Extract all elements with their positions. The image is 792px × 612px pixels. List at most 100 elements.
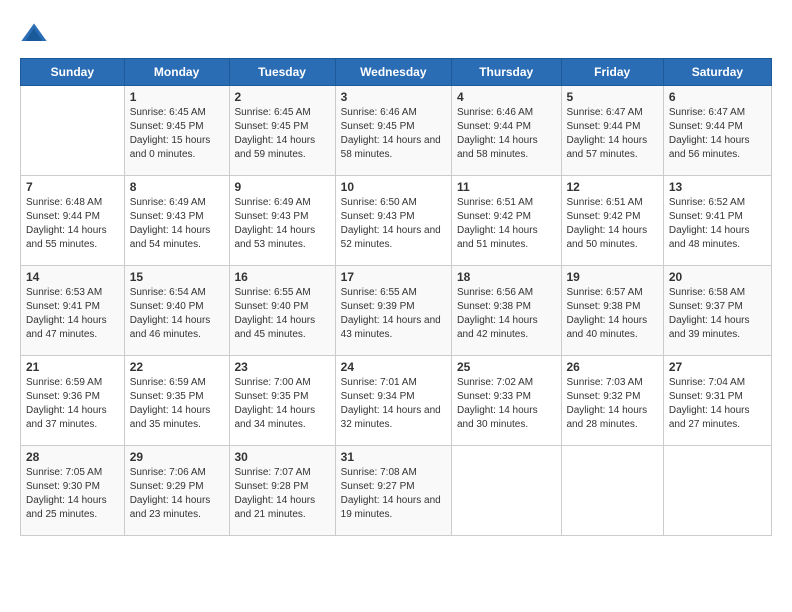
calendar-cell: 19 Sunrise: 6:57 AMSunset: 9:38 PMDaylig… bbox=[561, 266, 663, 356]
day-number: 30 bbox=[235, 450, 330, 464]
day-info: Sunrise: 6:56 AMSunset: 9:38 PMDaylight:… bbox=[457, 286, 556, 342]
calendar-cell: 1 Sunrise: 6:45 AMSunset: 9:45 PMDayligh… bbox=[124, 86, 229, 176]
day-info: Sunrise: 6:49 AMSunset: 9:43 PMDaylight:… bbox=[235, 196, 330, 252]
day-info: Sunrise: 6:52 AMSunset: 9:41 PMDaylight:… bbox=[669, 196, 766, 252]
day-number: 2 bbox=[235, 90, 330, 104]
calendar-cell: 15 Sunrise: 6:54 AMSunset: 9:40 PMDaylig… bbox=[124, 266, 229, 356]
day-info: Sunrise: 6:45 AMSunset: 9:45 PMDaylight:… bbox=[130, 106, 224, 162]
header-friday: Friday bbox=[561, 59, 663, 86]
week-row-1: 7 Sunrise: 6:48 AMSunset: 9:44 PMDayligh… bbox=[21, 176, 772, 266]
calendar-cell: 26 Sunrise: 7:03 AMSunset: 9:32 PMDaylig… bbox=[561, 356, 663, 446]
day-number: 15 bbox=[130, 270, 224, 284]
day-info: Sunrise: 7:04 AMSunset: 9:31 PMDaylight:… bbox=[669, 376, 766, 432]
header-tuesday: Tuesday bbox=[229, 59, 335, 86]
day-info: Sunrise: 6:45 AMSunset: 9:45 PMDaylight:… bbox=[235, 106, 330, 162]
day-number: 3 bbox=[341, 90, 446, 104]
day-info: Sunrise: 6:53 AMSunset: 9:41 PMDaylight:… bbox=[26, 286, 119, 342]
day-number: 24 bbox=[341, 360, 446, 374]
day-info: Sunrise: 7:08 AMSunset: 9:27 PMDaylight:… bbox=[341, 466, 446, 522]
day-number: 21 bbox=[26, 360, 119, 374]
calendar-cell: 21 Sunrise: 6:59 AMSunset: 9:36 PMDaylig… bbox=[21, 356, 125, 446]
day-info: Sunrise: 6:51 AMSunset: 9:42 PMDaylight:… bbox=[567, 196, 658, 252]
calendar-cell: 7 Sunrise: 6:48 AMSunset: 9:44 PMDayligh… bbox=[21, 176, 125, 266]
day-info: Sunrise: 6:47 AMSunset: 9:44 PMDaylight:… bbox=[669, 106, 766, 162]
calendar-cell bbox=[663, 446, 771, 536]
week-row-4: 28 Sunrise: 7:05 AMSunset: 9:30 PMDaylig… bbox=[21, 446, 772, 536]
day-number: 11 bbox=[457, 180, 556, 194]
calendar-cell: 22 Sunrise: 6:59 AMSunset: 9:35 PMDaylig… bbox=[124, 356, 229, 446]
calendar-cell: 5 Sunrise: 6:47 AMSunset: 9:44 PMDayligh… bbox=[561, 86, 663, 176]
day-number: 8 bbox=[130, 180, 224, 194]
calendar-cell: 16 Sunrise: 6:55 AMSunset: 9:40 PMDaylig… bbox=[229, 266, 335, 356]
header bbox=[20, 20, 772, 48]
header-saturday: Saturday bbox=[663, 59, 771, 86]
day-info: Sunrise: 7:07 AMSunset: 9:28 PMDaylight:… bbox=[235, 466, 330, 522]
calendar-cell: 30 Sunrise: 7:07 AMSunset: 9:28 PMDaylig… bbox=[229, 446, 335, 536]
calendar-cell: 6 Sunrise: 6:47 AMSunset: 9:44 PMDayligh… bbox=[663, 86, 771, 176]
calendar-cell: 9 Sunrise: 6:49 AMSunset: 9:43 PMDayligh… bbox=[229, 176, 335, 266]
day-info: Sunrise: 7:03 AMSunset: 9:32 PMDaylight:… bbox=[567, 376, 658, 432]
calendar-cell: 24 Sunrise: 7:01 AMSunset: 9:34 PMDaylig… bbox=[335, 356, 451, 446]
day-number: 27 bbox=[669, 360, 766, 374]
day-info: Sunrise: 7:01 AMSunset: 9:34 PMDaylight:… bbox=[341, 376, 446, 432]
day-info: Sunrise: 6:55 AMSunset: 9:40 PMDaylight:… bbox=[235, 286, 330, 342]
header-thursday: Thursday bbox=[451, 59, 561, 86]
day-info: Sunrise: 7:06 AMSunset: 9:29 PMDaylight:… bbox=[130, 466, 224, 522]
day-info: Sunrise: 6:47 AMSunset: 9:44 PMDaylight:… bbox=[567, 106, 658, 162]
calendar-cell: 14 Sunrise: 6:53 AMSunset: 9:41 PMDaylig… bbox=[21, 266, 125, 356]
calendar-cell: 12 Sunrise: 6:51 AMSunset: 9:42 PMDaylig… bbox=[561, 176, 663, 266]
calendar-cell: 18 Sunrise: 6:56 AMSunset: 9:38 PMDaylig… bbox=[451, 266, 561, 356]
calendar-cell: 8 Sunrise: 6:49 AMSunset: 9:43 PMDayligh… bbox=[124, 176, 229, 266]
day-info: Sunrise: 6:46 AMSunset: 9:45 PMDaylight:… bbox=[341, 106, 446, 162]
day-number: 12 bbox=[567, 180, 658, 194]
day-number: 4 bbox=[457, 90, 556, 104]
calendar-cell: 25 Sunrise: 7:02 AMSunset: 9:33 PMDaylig… bbox=[451, 356, 561, 446]
day-info: Sunrise: 6:54 AMSunset: 9:40 PMDaylight:… bbox=[130, 286, 224, 342]
day-number: 20 bbox=[669, 270, 766, 284]
day-number: 9 bbox=[235, 180, 330, 194]
day-number: 31 bbox=[341, 450, 446, 464]
day-number: 1 bbox=[130, 90, 224, 104]
day-number: 13 bbox=[669, 180, 766, 194]
calendar-cell: 29 Sunrise: 7:06 AMSunset: 9:29 PMDaylig… bbox=[124, 446, 229, 536]
day-number: 7 bbox=[26, 180, 119, 194]
calendar-table: Sunday Monday Tuesday Wednesday Thursday… bbox=[20, 58, 772, 536]
logo bbox=[20, 20, 52, 48]
header-wednesday: Wednesday bbox=[335, 59, 451, 86]
week-row-2: 14 Sunrise: 6:53 AMSunset: 9:41 PMDaylig… bbox=[21, 266, 772, 356]
day-number: 18 bbox=[457, 270, 556, 284]
calendar-cell: 17 Sunrise: 6:55 AMSunset: 9:39 PMDaylig… bbox=[335, 266, 451, 356]
week-row-0: 1 Sunrise: 6:45 AMSunset: 9:45 PMDayligh… bbox=[21, 86, 772, 176]
day-number: 23 bbox=[235, 360, 330, 374]
calendar-cell: 4 Sunrise: 6:46 AMSunset: 9:44 PMDayligh… bbox=[451, 86, 561, 176]
day-info: Sunrise: 7:02 AMSunset: 9:33 PMDaylight:… bbox=[457, 376, 556, 432]
calendar-cell: 13 Sunrise: 6:52 AMSunset: 9:41 PMDaylig… bbox=[663, 176, 771, 266]
calendar-cell: 23 Sunrise: 7:00 AMSunset: 9:35 PMDaylig… bbox=[229, 356, 335, 446]
day-number: 16 bbox=[235, 270, 330, 284]
day-number: 26 bbox=[567, 360, 658, 374]
calendar-cell: 31 Sunrise: 7:08 AMSunset: 9:27 PMDaylig… bbox=[335, 446, 451, 536]
day-number: 6 bbox=[669, 90, 766, 104]
day-number: 29 bbox=[130, 450, 224, 464]
calendar-cell: 3 Sunrise: 6:46 AMSunset: 9:45 PMDayligh… bbox=[335, 86, 451, 176]
day-number: 28 bbox=[26, 450, 119, 464]
day-info: Sunrise: 6:58 AMSunset: 9:37 PMDaylight:… bbox=[669, 286, 766, 342]
day-info: Sunrise: 6:48 AMSunset: 9:44 PMDaylight:… bbox=[26, 196, 119, 252]
calendar-cell: 11 Sunrise: 6:51 AMSunset: 9:42 PMDaylig… bbox=[451, 176, 561, 266]
calendar-cell bbox=[561, 446, 663, 536]
day-number: 17 bbox=[341, 270, 446, 284]
calendar-cell bbox=[451, 446, 561, 536]
header-monday: Monday bbox=[124, 59, 229, 86]
day-number: 14 bbox=[26, 270, 119, 284]
day-number: 5 bbox=[567, 90, 658, 104]
day-info: Sunrise: 6:59 AMSunset: 9:36 PMDaylight:… bbox=[26, 376, 119, 432]
header-sunday: Sunday bbox=[21, 59, 125, 86]
calendar-cell: 10 Sunrise: 6:50 AMSunset: 9:43 PMDaylig… bbox=[335, 176, 451, 266]
day-info: Sunrise: 6:50 AMSunset: 9:43 PMDaylight:… bbox=[341, 196, 446, 252]
day-info: Sunrise: 6:55 AMSunset: 9:39 PMDaylight:… bbox=[341, 286, 446, 342]
day-number: 25 bbox=[457, 360, 556, 374]
day-info: Sunrise: 6:46 AMSunset: 9:44 PMDaylight:… bbox=[457, 106, 556, 162]
day-info: Sunrise: 6:57 AMSunset: 9:38 PMDaylight:… bbox=[567, 286, 658, 342]
calendar-cell: 27 Sunrise: 7:04 AMSunset: 9:31 PMDaylig… bbox=[663, 356, 771, 446]
day-number: 22 bbox=[130, 360, 224, 374]
